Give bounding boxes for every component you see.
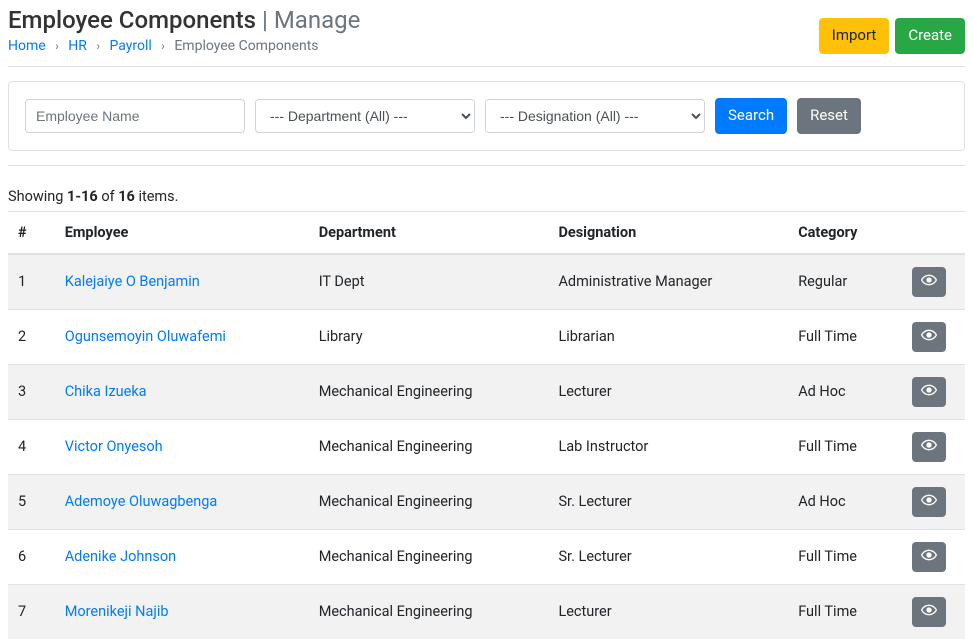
eye-icon (921, 272, 937, 292)
row-num: 3 (8, 364, 55, 419)
col-header-department: Department (309, 211, 549, 254)
col-header-actions (894, 211, 965, 254)
page-title-sep: | (262, 6, 268, 34)
summary-total: 16 (118, 188, 135, 205)
col-header-employee: Employee (55, 211, 309, 254)
employee-link[interactable]: Kalejaiye O Benjamin (65, 273, 200, 290)
table-row: 3 Chika Izueka Mechanical EngineeringLectu… (8, 364, 965, 419)
row-category: Ad Hoc (788, 364, 894, 419)
employee-link[interactable]: Chika Izueka (65, 383, 147, 400)
view-button[interactable] (912, 322, 946, 352)
breadcrumb: Home › HR › Payroll › Employee Component… (8, 38, 360, 66)
filter-panel: --- Department (All) --- --- Designation… (8, 81, 965, 151)
row-category: Full Time (788, 529, 894, 584)
row-department: Mechanical Engineering (309, 364, 549, 419)
table-row: 2 Ogunsemoyin Oluwafemi LibraryLibrarianFu… (8, 309, 965, 364)
results-summary: Showing 1-16 of 16 items. (8, 188, 965, 205)
view-button[interactable] (912, 432, 946, 462)
col-header-num: # (8, 211, 55, 254)
row-department: Mechanical Engineering (309, 584, 549, 639)
table-row: 5 Ademoye Oluwagbenga Mechanical Engineeri… (8, 474, 965, 529)
row-department: Library (309, 309, 549, 364)
breadcrumb-home[interactable]: Home (8, 38, 46, 54)
eye-icon (921, 602, 937, 622)
row-department: IT Dept (309, 254, 549, 310)
employee-link[interactable]: Ademoye Oluwagbenga (65, 493, 218, 510)
summary-range: 1-16 (67, 188, 98, 205)
summary-suffix: items. (135, 188, 179, 205)
row-designation: Librarian (548, 309, 788, 364)
breadcrumb-sep: › (49, 39, 65, 53)
summary-prefix: Showing (8, 188, 67, 205)
employee-link[interactable]: Victor Onyesoh (65, 438, 163, 455)
row-category: Ad Hoc (788, 474, 894, 529)
row-department: Mechanical Engineering (309, 529, 549, 584)
row-category: Full Time (788, 584, 894, 639)
row-num: 4 (8, 419, 55, 474)
designation-select[interactable]: --- Designation (All) --- (485, 99, 705, 133)
row-designation: Administrative Manager (548, 254, 788, 310)
employee-link[interactable]: Adenike Johnson (65, 548, 176, 565)
row-department: Mechanical Engineering (309, 474, 549, 529)
table-row: 4 Victor Onyesoh Mechanical EngineeringLab… (8, 419, 965, 474)
row-category: Full Time (788, 309, 894, 364)
divider (8, 66, 965, 67)
view-button[interactable] (912, 542, 946, 572)
page-title-main: Employee Components (8, 6, 256, 34)
row-num: 1 (8, 254, 55, 310)
row-designation: Lecturer (548, 584, 788, 639)
search-button[interactable]: Search (715, 98, 787, 134)
row-category: Regular (788, 254, 894, 310)
eye-icon (921, 382, 937, 402)
summary-mid: of (98, 188, 119, 205)
row-designation: Sr. Lecturer (548, 474, 788, 529)
eye-icon (921, 327, 937, 347)
reset-button[interactable]: Reset (797, 98, 861, 134)
view-button[interactable] (912, 597, 946, 627)
row-num: 7 (8, 584, 55, 639)
eye-icon (921, 492, 937, 512)
breadcrumb-current: Employee Components (174, 38, 318, 54)
breadcrumb-sep: › (90, 39, 106, 53)
employee-table: # Employee Department Designation Catego… (8, 211, 965, 639)
row-category: Full Time (788, 419, 894, 474)
create-button[interactable]: Create (895, 18, 965, 54)
col-header-category: Category (788, 211, 894, 254)
row-designation: Sr. Lecturer (548, 529, 788, 584)
view-button[interactable] (912, 487, 946, 517)
table-row: 1 Kalejaiye O Benjamin IT DeptAdministrati… (8, 254, 965, 310)
table-row: 7 Morenikeji Najib Mechanical EngineeringL… (8, 584, 965, 639)
employee-link[interactable]: Morenikeji Najib (65, 603, 169, 620)
view-button[interactable] (912, 377, 946, 407)
page-title: Employee Components | Manage (8, 6, 360, 34)
divider (8, 165, 965, 166)
row-designation: Lab Instructor (548, 419, 788, 474)
col-header-designation: Designation (548, 211, 788, 254)
view-button[interactable] (912, 267, 946, 297)
employee-name-input[interactable] (25, 99, 245, 133)
employee-link[interactable]: Ogunsemoyin Oluwafemi (65, 328, 226, 345)
breadcrumb-sep: › (155, 39, 171, 53)
page-title-sub: Manage (274, 6, 361, 34)
import-button[interactable]: Import (819, 18, 890, 54)
breadcrumb-hr[interactable]: HR (68, 38, 87, 54)
breadcrumb-payroll[interactable]: Payroll (109, 38, 151, 54)
row-num: 2 (8, 309, 55, 364)
row-num: 6 (8, 529, 55, 584)
eye-icon (921, 437, 937, 457)
table-row: 6 Adenike Johnson Mechanical EngineeringSr… (8, 529, 965, 584)
department-select[interactable]: --- Department (All) --- (255, 99, 475, 133)
row-designation: Lecturer (548, 364, 788, 419)
eye-icon (921, 547, 937, 567)
row-department: Mechanical Engineering (309, 419, 549, 474)
row-num: 5 (8, 474, 55, 529)
